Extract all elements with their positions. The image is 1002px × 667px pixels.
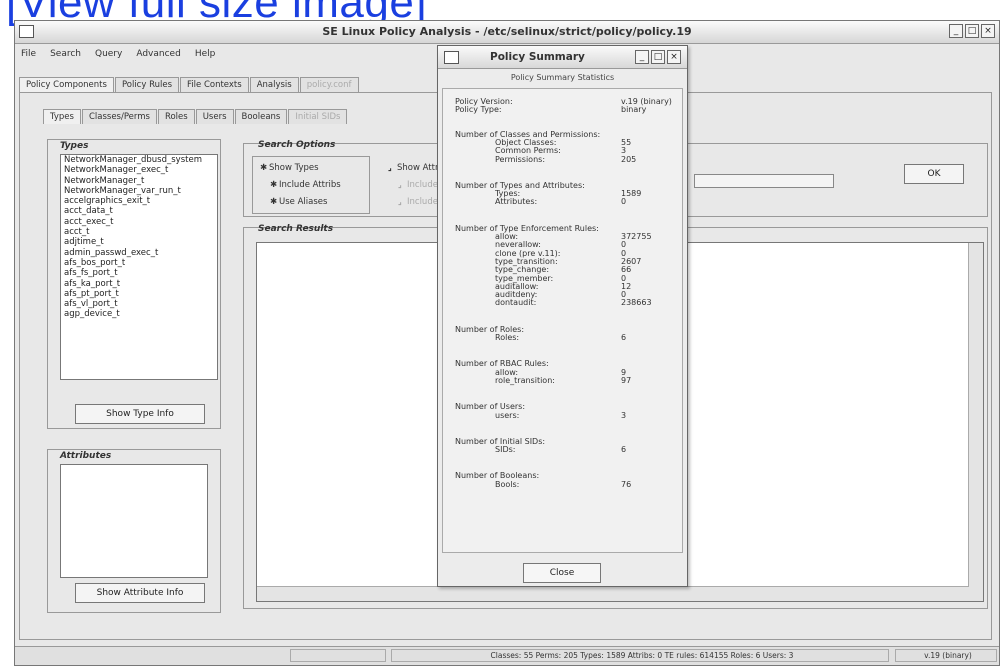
menu-query[interactable]: Query xyxy=(95,49,122,59)
policy-summary-dialog: Policy Summary _ □ × Policy Summary Stat… xyxy=(437,45,688,587)
dialog-close-button[interactable]: × xyxy=(667,50,681,64)
list-item[interactable]: NetworkManager_t xyxy=(61,176,217,186)
summary-row-value: 6 xyxy=(621,445,627,455)
menu-bar: File Search Query Advanced Help xyxy=(15,49,215,59)
search-options-label: Search Options xyxy=(258,140,336,150)
main-tabs: Policy Components Policy Rules File Cont… xyxy=(19,77,360,92)
ok-button[interactable]: OK xyxy=(904,164,964,184)
results-scrollbar[interactable] xyxy=(968,243,983,601)
status-field-empty xyxy=(290,649,386,662)
list-item[interactable]: acct_t xyxy=(61,227,217,237)
tab-initial-sids[interactable]: Initial SIDs xyxy=(288,109,348,124)
menu-advanced[interactable]: Advanced xyxy=(136,49,180,59)
list-item[interactable]: NetworkManager_dbusd_system xyxy=(61,155,217,165)
status-version: v.19 (binary) xyxy=(895,649,997,662)
tab-booleans[interactable]: Booleans xyxy=(234,109,288,124)
summary-row-label: Attributes: xyxy=(495,197,538,207)
tab-analysis[interactable]: Analysis xyxy=(249,77,299,92)
summary-value: binary xyxy=(621,105,647,115)
summary-heading: Number of Type Enforcement Rules: xyxy=(455,223,599,233)
check-icon: ✱ xyxy=(270,180,278,190)
summary-row-value: 97 xyxy=(621,375,632,385)
summary-row-value: 205 xyxy=(621,154,637,164)
dialog-maximize-button[interactable]: □ xyxy=(651,50,665,64)
dialog-close-text-button[interactable]: Close xyxy=(523,563,601,583)
list-item[interactable]: afs_pt_port_t xyxy=(61,289,217,299)
list-item[interactable]: accelgraphics_exit_t xyxy=(61,196,217,206)
unchecked-icon: ⌟ xyxy=(388,163,392,173)
use-aliases-checkbox[interactable]: ✱ Use Aliases xyxy=(270,197,327,207)
show-attribute-info-button[interactable]: Show Attribute Info xyxy=(75,583,205,603)
list-item[interactable]: agp_device_t xyxy=(61,309,217,319)
include-attribs-checkbox[interactable]: ✱ Include Attribs xyxy=(270,180,341,190)
dialog-menu-icon[interactable] xyxy=(444,51,459,64)
menu-search[interactable]: Search xyxy=(50,49,81,59)
tab-classes-perms[interactable]: Classes/Perms xyxy=(81,109,157,124)
status-stats: Classes: 55 Perms: 205 Types: 1589 Attri… xyxy=(391,649,889,662)
summary-row-value: 0 xyxy=(621,197,627,207)
tab-policy-conf[interactable]: policy.conf xyxy=(299,77,359,92)
dialog-title-bar: Policy Summary _ □ × xyxy=(438,46,687,69)
search-results-label: Search Results xyxy=(258,224,334,234)
summary-row-value: 76 xyxy=(621,479,632,489)
summary-row-value: 6 xyxy=(621,333,627,342)
tab-roles[interactable]: Roles xyxy=(157,109,195,124)
types-label: Types xyxy=(60,141,89,151)
summary-row-label: role_transition: xyxy=(495,375,555,385)
list-item[interactable]: acct_data_t xyxy=(61,206,217,216)
show-type-info-button[interactable]: Show Type Info xyxy=(75,404,205,424)
summary-row-label: Roles: xyxy=(495,333,520,342)
menu-file[interactable]: File xyxy=(21,49,36,59)
results-horizontal-scrollbar[interactable] xyxy=(257,586,969,601)
status-bar: Classes: 55 Perms: 205 Types: 1589 Attri… xyxy=(15,646,999,665)
close-button[interactable]: × xyxy=(981,24,995,38)
types-list[interactable]: NetworkManager_dbusd_system NetworkManage… xyxy=(60,154,218,380)
tab-users[interactable]: Users xyxy=(195,109,234,124)
maximize-button[interactable]: □ xyxy=(965,24,979,38)
tab-types[interactable]: Types xyxy=(43,109,81,124)
tab-policy-rules[interactable]: Policy Rules xyxy=(114,77,180,92)
attributes-label: Attributes xyxy=(60,451,112,461)
list-item[interactable]: afs_vl_port_t xyxy=(61,299,217,309)
summary-row-label: users: xyxy=(495,410,520,420)
list-item[interactable]: afs_bos_port_t xyxy=(61,258,217,268)
dialog-minimize-button[interactable]: _ xyxy=(635,50,649,64)
list-item[interactable]: afs_ka_port_t xyxy=(61,279,217,289)
summary-stats: Policy Version: v.19 (binary) Policy Type:… xyxy=(442,88,683,553)
list-item[interactable]: afs_fs_port_t xyxy=(61,268,217,278)
unchecked-icon: ⌟ xyxy=(398,197,402,207)
summary-heading: Policy Type: xyxy=(455,105,502,115)
tab-file-contexts[interactable]: File Contexts xyxy=(180,77,249,92)
minimize-button[interactable]: _ xyxy=(949,24,963,38)
summary-row-value: 238663 xyxy=(621,298,652,308)
title-bar: SE Linux Policy Analysis - /etc/selinux/… xyxy=(15,21,999,44)
list-item[interactable]: NetworkManager_var_run_t xyxy=(61,186,217,196)
show-types-checkbox[interactable]: ✱ Show Types xyxy=(260,163,319,173)
list-item[interactable]: adjtime_t xyxy=(61,237,217,247)
summary-row-value: 3 xyxy=(621,410,627,420)
sub-tabs: Types Classes/Perms Roles Users Booleans… xyxy=(43,109,348,124)
menu-help[interactable]: Help xyxy=(195,49,216,59)
summary-row-label: Permissions: xyxy=(495,154,546,164)
tab-policy-components[interactable]: Policy Components xyxy=(19,77,114,92)
unchecked-icon: ⌟ xyxy=(398,180,402,190)
types-panel: Types NetworkManager_dbusd_system Network… xyxy=(47,139,221,429)
check-icon: ✱ xyxy=(260,163,268,173)
search-pattern-field[interactable] xyxy=(694,174,834,188)
list-item[interactable]: acct_exec_t xyxy=(61,217,217,227)
dialog-title: Policy Summary xyxy=(490,51,585,63)
check-icon: ✱ xyxy=(270,197,278,207)
summary-row-label: dontaudit: xyxy=(495,298,537,308)
summary-row-label: Bools: xyxy=(495,479,520,489)
attributes-panel: Attributes Show Attribute Info xyxy=(47,449,221,613)
list-item[interactable]: NetworkManager_exec_t xyxy=(61,165,217,175)
attributes-list[interactable] xyxy=(60,464,208,578)
summary-row-label: SIDs: xyxy=(495,445,516,455)
list-item[interactable]: admin_passwd_exec_t xyxy=(61,248,217,258)
window-title: SE Linux Policy Analysis - /etc/selinux/… xyxy=(322,25,692,38)
dialog-subtitle: Policy Summary Statistics xyxy=(510,73,615,82)
